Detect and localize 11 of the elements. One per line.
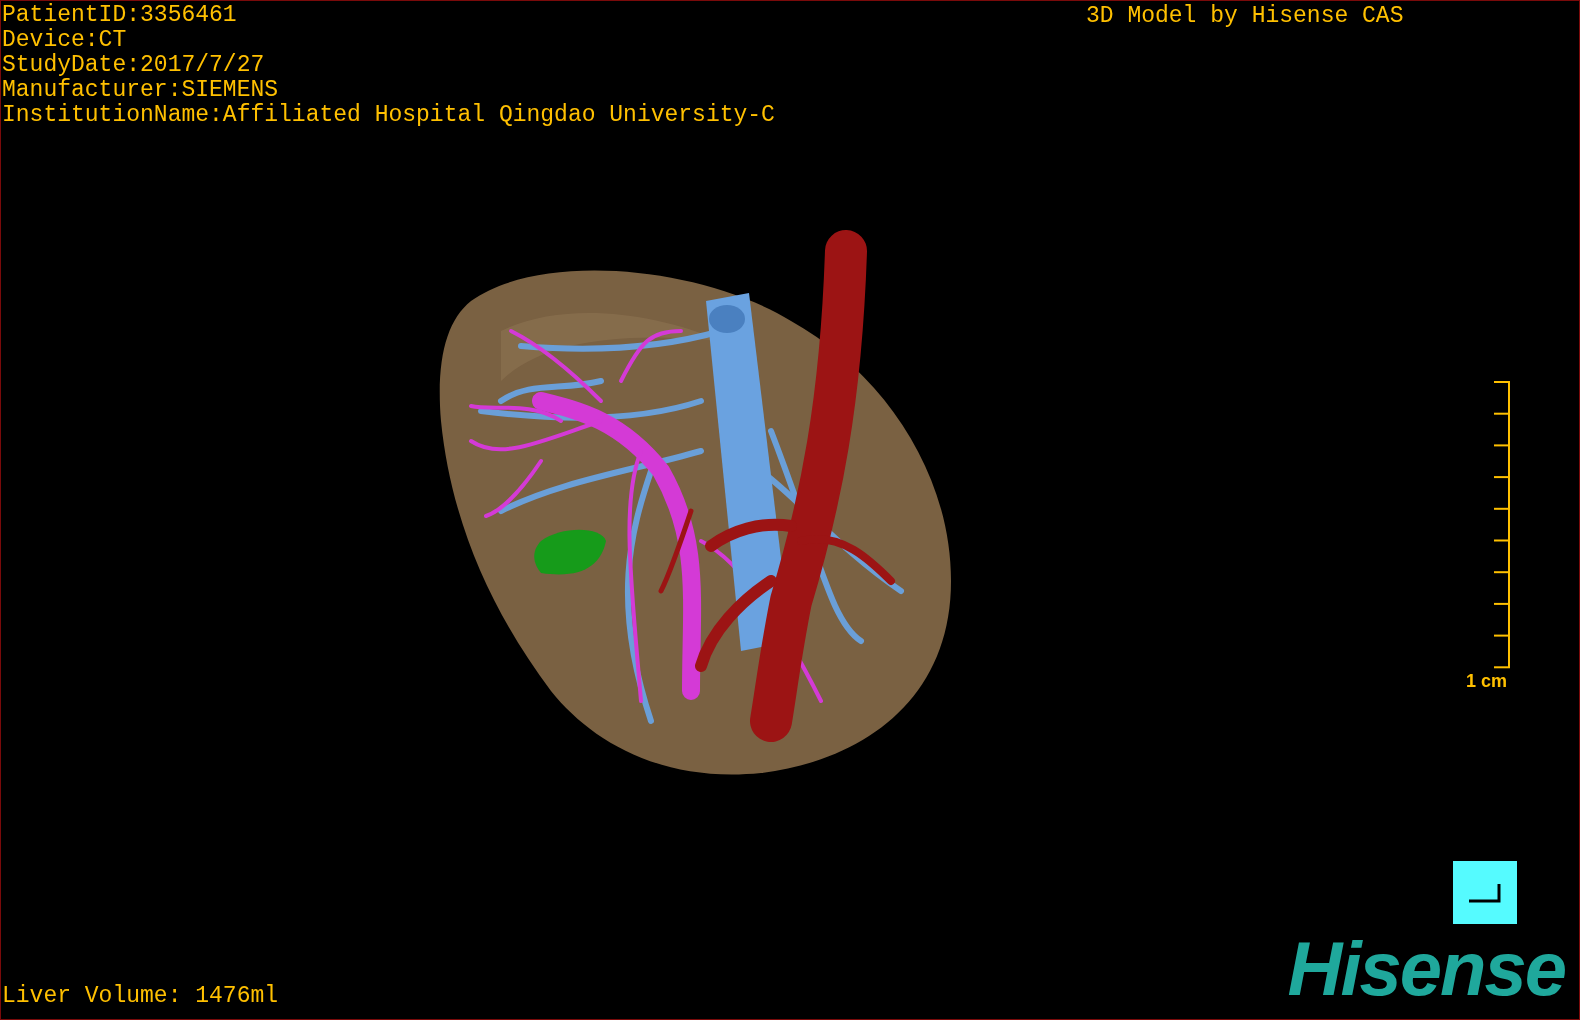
patient-info-text: InstitutionName:Affiliated Hospital Qingdao University-C	[2, 103, 775, 128]
patient-info-text: PatientID:3356461	[2, 3, 238, 28]
patient-info-text: StudyDate:2017/7/27	[2, 53, 266, 78]
scale-label: 1 cm	[1465, 671, 1507, 692]
caption-text: 3D Model by Hisense CAS	[1086, 4, 1404, 29]
logo-text: Hisense	[1287, 929, 1566, 1009]
patient-info-text: Device:CT	[2, 28, 128, 53]
liver-model-drawing[interactable]	[439, 230, 951, 775]
liver-volume-text: Liver Volume: 1476ml	[2, 984, 279, 1009]
view-corner-button[interactable]	[1453, 861, 1517, 924]
patient-info-text: Manufacturer:SIEMENS	[2, 78, 280, 103]
